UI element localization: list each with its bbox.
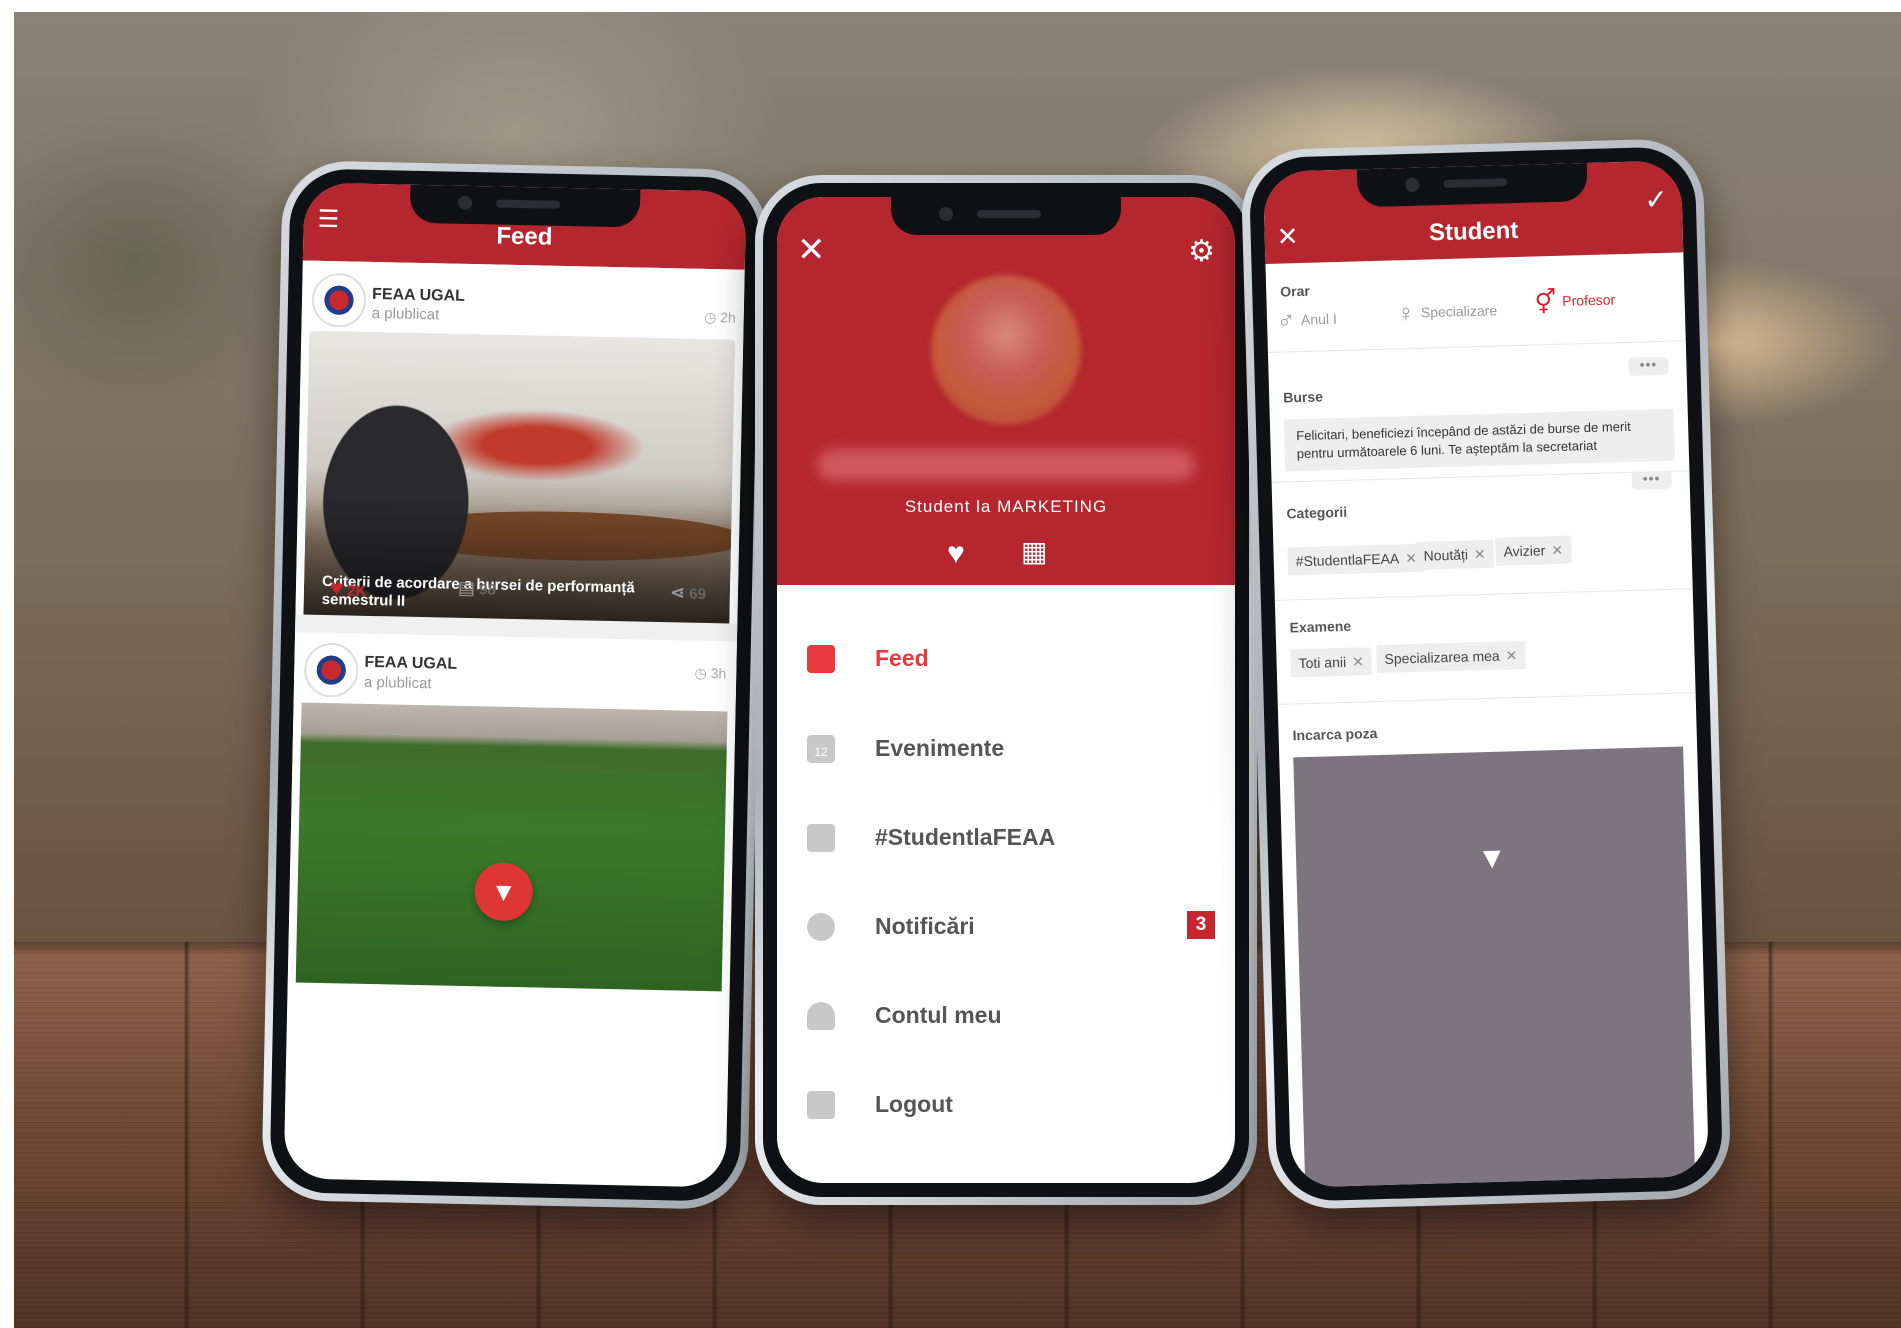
feaa-logo-avatar xyxy=(303,642,359,698)
filter-icon: ▼ xyxy=(490,876,517,908)
burse-message: Felicitari, beneficiezi începând de astă… xyxy=(1283,408,1676,472)
upload-photo-area[interactable]: ▼ xyxy=(1293,746,1696,1188)
student-screen: ✕ Student ✓ Orar ♂ Anul I ♀ Specializare ⚥… xyxy=(1262,160,1710,1188)
like-button[interactable]: ♥ 2K xyxy=(330,575,367,602)
menu-item-contul-meu[interactable]: Contul meu xyxy=(807,994,1215,1038)
remove-icon[interactable]: ✕ xyxy=(1551,542,1563,558)
chip-noutati[interactable]: Noutăți ✕ xyxy=(1415,539,1495,570)
orar-label: Orar xyxy=(1280,282,1311,300)
phone-student-settings: ✕ Student ✓ Orar ♂ Anul I ♀ Specializare ⚥… xyxy=(1240,137,1732,1211)
camera-icon xyxy=(807,824,835,852)
option-profesor[interactable]: ⚥ Profesor xyxy=(1534,286,1615,317)
female-icon: ♀ xyxy=(1396,299,1416,328)
filter-icon: ▼ xyxy=(1476,841,1508,876)
profile-role: Student la MARKETING xyxy=(904,497,1108,516)
qr-grid-icon[interactable]: ▦ xyxy=(1021,537,1047,567)
profile-avatar-blurred[interactable] xyxy=(931,275,1081,425)
menu-item-notificari[interactable]: Notificări 3 xyxy=(807,905,1215,949)
upload-label: Incarca poza xyxy=(1292,725,1378,744)
chip-avizier[interactable]: Avizier ✕ xyxy=(1495,535,1572,566)
post-time: ◷ 3h xyxy=(694,664,727,682)
post-action: a plublicat xyxy=(363,673,432,693)
post-author[interactable]: FEAA UGAL xyxy=(372,286,465,306)
notification-count-badge: 3 xyxy=(1187,911,1215,939)
phone-notch xyxy=(409,184,641,228)
profile-header: ✕ ⚙ Student la MARKETING ♥ ▦ xyxy=(777,197,1235,585)
phone-feed: ☰ Feed FEAA UGAL a plublicat ◷ 2h Criter… xyxy=(261,160,769,1210)
feed-icon xyxy=(807,645,835,673)
burse-label: Burse xyxy=(1282,388,1324,406)
feaa-logo-avatar xyxy=(311,272,367,328)
user-icon xyxy=(807,1002,835,1030)
menu-item-feed[interactable]: Feed xyxy=(807,637,1215,681)
checkmark-icon[interactable]: ✓ xyxy=(1644,184,1668,216)
background-scene: ☰ Feed FEAA UGAL a plublicat ◷ 2h Criter… xyxy=(14,12,1901,1328)
post-time: ◷ 2h xyxy=(703,308,736,326)
menu-item-evenimente[interactable]: 12 Evenimente xyxy=(807,727,1215,771)
male-icon: ♂ xyxy=(1276,307,1296,335)
favorites-heart-icon[interactable]: ♥ xyxy=(947,539,965,569)
share-button[interactable]: ⋖ 69 xyxy=(670,582,706,604)
option-specializare[interactable]: ♀ Specializare xyxy=(1397,298,1498,329)
menu-item-logout[interactable]: Logout xyxy=(807,1083,1215,1127)
gender-icon: ⚥ xyxy=(1534,288,1557,317)
categorii-label: Categorii xyxy=(1286,503,1348,522)
menu-screen: ✕ ⚙ Student la MARKETING ♥ ▦ Feed 12 Eve… xyxy=(777,197,1235,1183)
post-photo-lawn[interactable] xyxy=(295,702,728,992)
remove-icon[interactable]: ✕ xyxy=(1352,653,1364,669)
feed-screen: ☰ Feed FEAA UGAL a plublicat ◷ 2h Criter… xyxy=(283,182,747,1188)
categorii-more-button[interactable]: ••• xyxy=(1631,470,1672,490)
chip-studentlafeaa[interactable]: #StudentlaFEAA ✕ xyxy=(1287,543,1426,576)
post-author[interactable]: FEAA UGAL xyxy=(364,654,457,674)
logout-icon xyxy=(807,1091,835,1119)
comment-icon: ▤ xyxy=(457,577,476,599)
chip-toti-anii[interactable]: Toti anii ✕ xyxy=(1290,647,1373,678)
calendar-icon: 12 xyxy=(807,735,835,763)
notification-icon xyxy=(807,913,835,941)
close-icon[interactable]: ✕ xyxy=(797,233,826,267)
clock-icon: ◷ xyxy=(694,664,707,682)
settings-gear-icon[interactable]: ⚙ xyxy=(1188,237,1215,267)
share-icon: ⋖ xyxy=(669,582,686,603)
student-title: Student xyxy=(1428,216,1519,247)
phone-notch xyxy=(891,197,1121,235)
clock-icon: ◷ xyxy=(703,308,717,326)
feed-post[interactable]: FEAA UGAL a plublicat ◷ 3h ▼ xyxy=(285,632,737,1122)
remove-icon[interactable]: ✕ xyxy=(1474,546,1486,562)
profile-name-blurred xyxy=(817,449,1195,481)
examene-label: Examene xyxy=(1289,617,1352,636)
comment-button[interactable]: ▤ 98 xyxy=(458,578,496,600)
chip-specializarea-mea[interactable]: Specializarea mea ✕ xyxy=(1376,640,1526,674)
option-anul-i[interactable]: ♂ Anul I xyxy=(1277,306,1338,336)
menu-item-studentlafeaa[interactable]: #StudentlaFEAA xyxy=(807,816,1215,860)
burse-more-button[interactable]: ••• xyxy=(1628,356,1669,376)
remove-icon[interactable]: ✕ xyxy=(1505,647,1517,663)
phone-menu: ✕ ⚙ Student la MARKETING ♥ ▦ Feed 12 Eve… xyxy=(755,175,1257,1205)
heart-icon: ♥ xyxy=(329,575,344,601)
post-action: a plublicat xyxy=(371,304,440,324)
phone-notch xyxy=(1356,162,1588,208)
